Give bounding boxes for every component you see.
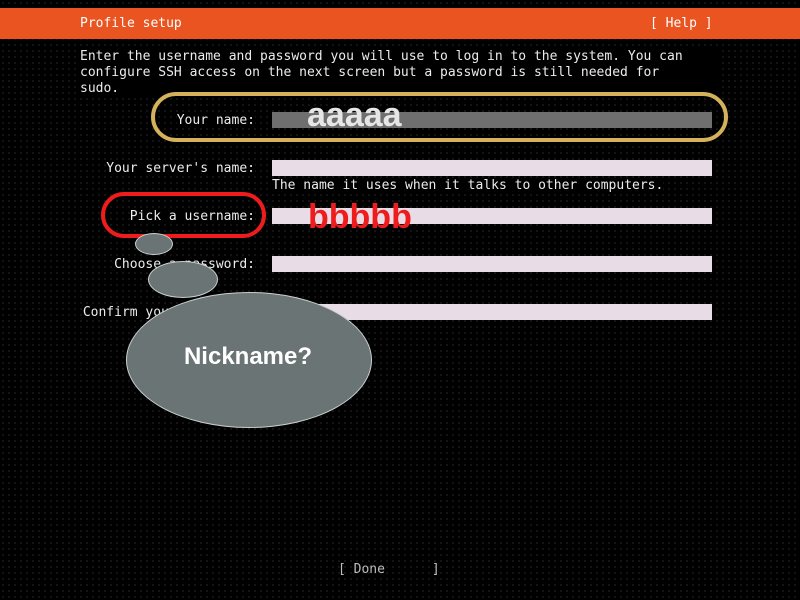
your-name-highlight bbox=[151, 92, 728, 142]
thought-bubble-small bbox=[135, 233, 173, 255]
done-button[interactable]: [ Done ] bbox=[338, 562, 446, 578]
server-name-field[interactable] bbox=[272, 160, 712, 176]
name-annotation-text: aaaaa bbox=[307, 96, 402, 134]
help-button[interactable]: [ Help ] bbox=[650, 16, 713, 31]
username-highlight bbox=[101, 192, 266, 238]
thought-bubble-text: Nickname? bbox=[183, 343, 313, 370]
username-annotation-text: bbbbb bbox=[308, 198, 412, 236]
password-field[interactable] bbox=[272, 256, 712, 272]
intro-text: Enter the username and password you will… bbox=[80, 49, 720, 97]
page-title: Profile setup bbox=[80, 16, 182, 31]
thought-bubble-medium bbox=[148, 261, 218, 298]
server-name-hint: The name it uses when it talks to other … bbox=[272, 178, 664, 193]
header-bar: Profile setup [ Help ] bbox=[0, 8, 800, 39]
server-name-label: Your server's name: bbox=[106, 161, 255, 176]
